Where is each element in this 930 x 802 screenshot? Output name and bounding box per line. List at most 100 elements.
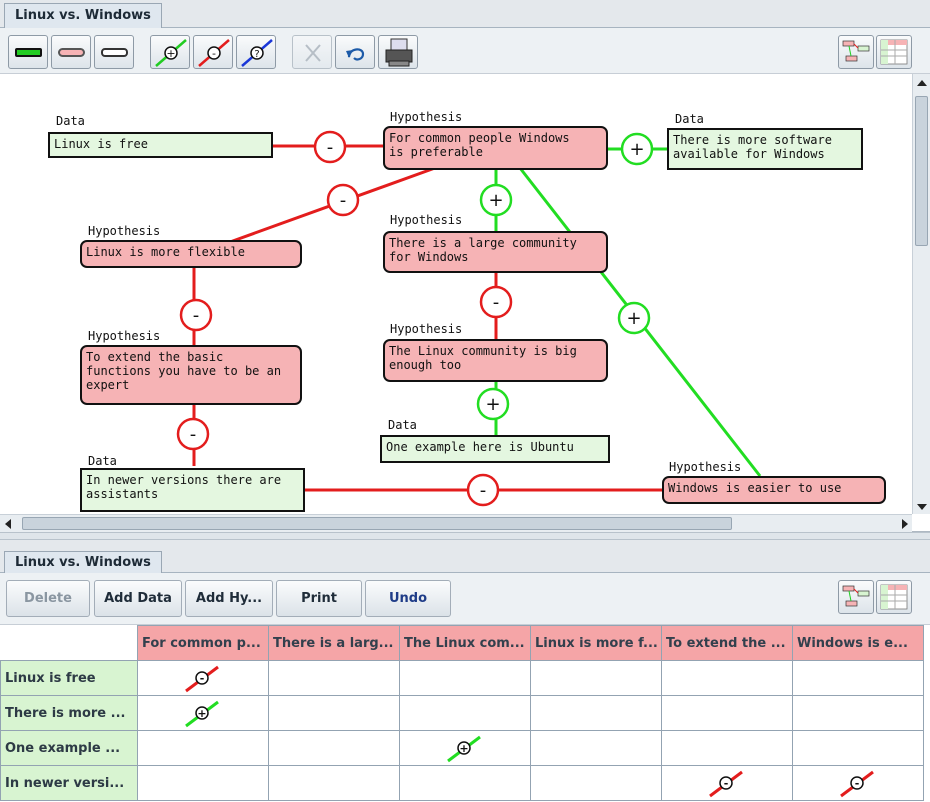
add-hypothesis-button[interactable]: Add Hy... xyxy=(185,580,273,617)
matrix-cell[interactable] xyxy=(661,660,793,696)
pane-splitter[interactable] xyxy=(0,532,930,540)
tab-linux-vs-windows[interactable]: Linux vs. Windows xyxy=(4,3,162,28)
delete-button[interactable]: Delete xyxy=(6,580,90,617)
add-data-button[interactable]: Add Data xyxy=(94,580,182,617)
matrix-cell[interactable] xyxy=(137,730,269,766)
horizontal-scroll-thumb[interactable] xyxy=(22,517,732,530)
comment-node-icon xyxy=(101,48,128,57)
tab-linux-vs-windows-matrix[interactable]: Linux vs. Windows xyxy=(4,551,162,574)
svg-text:+: + xyxy=(626,308,641,329)
add-comment-node-button[interactable] xyxy=(94,35,134,69)
pro-marker: + xyxy=(617,301,651,335)
node-ubuntu-example[interactable]: One example here is Ubuntu xyxy=(380,435,610,463)
pro-marker: + xyxy=(476,387,510,421)
node-large-community[interactable]: There is a large community for Windows xyxy=(383,231,608,273)
matrix-row-header[interactable]: Linux is free xyxy=(0,660,138,696)
matrix-table: For common p... There is a larg... The L… xyxy=(0,625,924,801)
node-more-software[interactable]: There is more software available for Win… xyxy=(667,128,863,170)
svg-text:-: - xyxy=(327,137,334,158)
matrix-column-header[interactable]: The Linux com... xyxy=(399,625,531,661)
vertical-scrollbar[interactable] xyxy=(912,74,930,514)
contra-relation-icon: - xyxy=(709,770,743,798)
matrix-cell[interactable] xyxy=(399,765,531,801)
matrix-cell[interactable]: + xyxy=(137,695,269,731)
node-linux-is-free[interactable]: Linux is free xyxy=(48,132,273,158)
node-type-label: Data xyxy=(56,114,85,128)
delete-icon xyxy=(305,44,321,62)
matrix-view-button[interactable] xyxy=(876,35,912,69)
add-data-node-button[interactable] xyxy=(8,35,48,69)
relations-matrix: For common p... There is a larg... The L… xyxy=(0,625,930,802)
print-button[interactable]: Print xyxy=(276,580,362,617)
matrix-cell[interactable] xyxy=(792,730,924,766)
graph-view-button[interactable] xyxy=(838,35,874,69)
matrix-cell[interactable]: - xyxy=(137,660,269,696)
relation-sign: - xyxy=(724,777,729,790)
question-link-icon: ? xyxy=(241,39,273,67)
matrix-cell[interactable] xyxy=(399,695,531,731)
matrix-column-header[interactable]: To extend the ... xyxy=(661,625,793,661)
node-extend-functions[interactable]: To extend the basic functions you have t… xyxy=(80,345,302,405)
scroll-right-arrow-icon[interactable] xyxy=(902,519,908,529)
matrix-column-header[interactable]: Linux is more f... xyxy=(530,625,662,661)
matrix-row-header[interactable]: One example ... xyxy=(0,730,138,766)
matrix-cell[interactable] xyxy=(268,660,400,696)
matrix-view-icon xyxy=(880,584,908,610)
svg-text:?: ? xyxy=(254,49,259,60)
svg-text:-: - xyxy=(340,190,347,211)
undo-button[interactable]: Undo xyxy=(365,580,451,617)
matrix-view-button[interactable] xyxy=(876,580,912,614)
contra-marker: - xyxy=(179,298,213,332)
relation-sign: + xyxy=(459,742,468,755)
matrix-cell[interactable] xyxy=(661,730,793,766)
matrix-column-header[interactable]: Windows is e... xyxy=(792,625,924,661)
scroll-up-arrow-icon[interactable] xyxy=(917,80,927,86)
matrix-cell[interactable]: - xyxy=(792,765,924,801)
matrix-cell[interactable] xyxy=(530,660,662,696)
add-pro-link-button[interactable]: + xyxy=(150,35,190,69)
matrix-column-header[interactable]: For common p... xyxy=(137,625,269,661)
matrix-cell[interactable] xyxy=(268,695,400,731)
delete-button[interactable] xyxy=(292,35,332,69)
print-button[interactable] xyxy=(378,35,418,69)
matrix-cell[interactable] xyxy=(530,730,662,766)
add-question-link-button[interactable]: ? xyxy=(236,35,276,69)
matrix-row-header[interactable]: There is more ... xyxy=(0,695,138,731)
argument-graph-canvas[interactable]: - + - + + - - + - - Data Linux is free H… xyxy=(0,74,930,532)
matrix-cell[interactable]: - xyxy=(661,765,793,801)
add-contra-link-button[interactable]: - xyxy=(193,35,233,69)
node-linux-flexible[interactable]: Linux is more flexible xyxy=(80,240,302,268)
matrix-column-header[interactable]: There is a larg... xyxy=(268,625,400,661)
relation-sign: + xyxy=(197,707,206,720)
svg-text:+: + xyxy=(485,394,500,415)
scroll-down-arrow-icon[interactable] xyxy=(917,504,927,510)
node-windows-easier[interactable]: Windows is easier to use xyxy=(662,476,886,504)
matrix-cell[interactable]: + xyxy=(399,730,531,766)
pro-marker: + xyxy=(620,132,654,166)
contra-marker: - xyxy=(176,417,210,451)
print-icon xyxy=(385,38,413,67)
add-hypothesis-node-button[interactable] xyxy=(51,35,91,69)
matrix-cell[interactable] xyxy=(792,660,924,696)
pro-relation-icon: + xyxy=(185,700,219,728)
graph-view-button[interactable] xyxy=(838,580,874,614)
matrix-row-header[interactable]: In newer versi... xyxy=(0,765,138,801)
matrix-cell[interactable] xyxy=(530,765,662,801)
node-newer-versions[interactable]: In newer versions there are assistants xyxy=(80,468,305,512)
node-linux-community-big[interactable]: The Linux community is big enough too xyxy=(383,339,608,382)
node-windows-preferable[interactable]: For common people Windows is preferable xyxy=(383,126,608,170)
matrix-cell[interactable] xyxy=(268,730,400,766)
matrix-cell[interactable] xyxy=(137,765,269,801)
undo-button[interactable] xyxy=(335,35,375,69)
scroll-left-arrow-icon[interactable] xyxy=(5,519,11,529)
matrix-cell[interactable] xyxy=(399,660,531,696)
matrix-cell[interactable] xyxy=(792,695,924,731)
bottom-tab-bar: Linux vs. Windows xyxy=(0,540,930,574)
matrix-cell[interactable] xyxy=(530,695,662,731)
svg-text:-: - xyxy=(190,424,197,445)
matrix-cell[interactable] xyxy=(661,695,793,731)
vertical-scroll-thumb[interactable] xyxy=(915,96,928,246)
matrix-cell[interactable] xyxy=(268,765,400,801)
contra-relation-icon: - xyxy=(840,770,874,798)
horizontal-scrollbar[interactable] xyxy=(0,514,912,532)
